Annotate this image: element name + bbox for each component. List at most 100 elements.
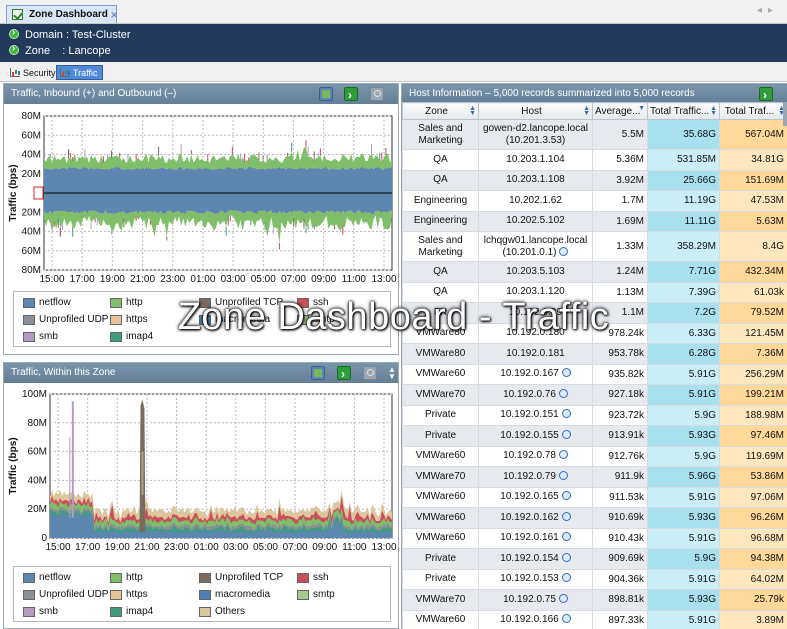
info-icon[interactable] [558,450,568,460]
tab-zone-dashboard[interactable]: Zone Dashboard ✕ [6,5,118,24]
table-row[interactable]: VMWare60 10.192.0.165 911.53k 5.91G 97.06M [402,486,787,508]
info-icon[interactable] [561,511,571,521]
total-traffic-2-cell: 188.98M [719,404,787,426]
average-cell: 910.43k [592,527,648,549]
table-row[interactable]: Private 10.192.0.154 909.69k 5.9G 94.38M [402,548,787,570]
go-icon[interactable] [759,85,773,105]
total-traffic-cell: 5.9G [647,548,720,570]
info-icon[interactable] [561,573,571,583]
table-row[interactable]: VMWare60 10.192.0.167 935.82k 5.91G 256.29M [402,363,787,385]
table-row[interactable]: QA 10.203.1.104 5.36M 531.85M 34.81G [402,149,787,171]
info-icon[interactable] [561,614,571,624]
map-icon[interactable] [319,87,333,101]
arrow-icon [9,26,19,40]
legend-item-unprofiled-udp[interactable]: Unprofiled UDP [23,588,108,602]
panel-title: Traffic, Inbound (+) and Outbound (–) [11,88,177,99]
tab-security-label: Security [23,68,56,78]
total-traffic-2-cell: 97.46M [719,425,787,447]
legend-swatch [23,590,35,600]
legend-swatch [23,573,35,583]
info-icon[interactable] [561,368,571,378]
info-icon[interactable] [561,552,571,562]
host-name: 10.192.0.161 [500,532,559,544]
info-icon[interactable] [561,429,571,439]
table-row[interactable]: Engineering 10.202.1.62 1.7M 11.19G 47.53M [402,190,787,212]
legend-item-unprofiled-tcp[interactable]: Unprofiled TCP [199,571,283,585]
map-icon[interactable] [311,366,325,380]
table-row[interactable]: QA 10.203.1.108 3.92M 25.66G 151.69M [402,169,787,191]
x-tick-label: 21:00 [130,274,155,285]
legend-label: netflow [39,572,71,583]
info-icon[interactable] [558,388,568,398]
tab-traffic-label: Traffic [73,68,98,78]
collapse-icon[interactable]: ▲ ▼ [385,366,399,381]
column-total-traffic[interactable]: Total Traffic... ▲ ▼ [647,102,720,120]
tab-security[interactable]: Security [6,65,61,80]
go-icon[interactable] [344,85,358,105]
host-cell: 10.192.0.161 [478,527,593,549]
zone-cell: Engineering [402,210,479,232]
zone-cell: VMWare70 [402,384,479,406]
sort-icon: ▲ ▼ [469,105,476,117]
table-row[interactable]: VMWare70 10.192.0.75 898.81k 5.93G 25.79k [402,589,787,611]
legend-item-smtp[interactable]: smtp [297,588,335,602]
tab-scroll-arrows[interactable]: ◂▸ [757,5,779,16]
table-row[interactable]: VMWare70 10.192.0.76 927.18k 5.91G 199.21M [402,384,787,406]
search-icon[interactable] [363,366,377,380]
table-row[interactable]: VMWare70 10.192.0.79 911.9k 5.96G 53.86M [402,466,787,488]
legend-item-imap4[interactable]: imap4 [110,605,153,619]
host-table-container[interactable]: Zone ▲ ▼ Host ▲ ▼ Average... ▼ Total Traffic.… [402,102,787,629]
legend-swatch [110,573,122,583]
legend-item-https[interactable]: https [110,588,148,602]
legend-item-others[interactable]: Others [199,605,245,619]
x-tick-label: 05:00 [253,542,278,553]
table-row[interactable]: VMWare60 10.192.0.166 897.33k 5.91G 3.89M [402,609,787,629]
zone-cell: QA [402,149,479,171]
panel-header: Traffic, Inbound (+) and Outbound (–) [4,84,398,105]
table-row[interactable]: Engineering 10.202.5.102 1.69M 11.11G 5.63M [402,210,787,232]
zero-marker [33,186,44,200]
host-name: 10.202.5.102 [506,215,565,227]
column-average[interactable]: Average... ▼ [592,102,648,120]
total-traffic-2-cell: 53.86M [719,466,787,488]
legend-item-smb[interactable]: smb [23,605,58,619]
info-icon[interactable] [559,246,569,256]
within-zone-panel: Traffic, Within this Zone ▲▼ 100M 80M 60M 4… [3,362,399,629]
legend-item-http[interactable]: http [110,571,143,585]
table-row[interactable]: VMWare80 10.192.0.181 953.78k 6.28G 7.36M [402,343,787,365]
table-row[interactable]: VMWare60 10.192.0.78 912.76k 5.9G 119.69M [402,445,787,467]
info-icon[interactable] [561,491,571,501]
legend-item-netflow[interactable]: netflow [23,571,71,585]
info-icon[interactable] [558,470,568,480]
close-icon[interactable]: ✕ [110,7,118,24]
column-host[interactable]: Host ▲ ▼ [478,102,593,120]
table-row[interactable]: Private 10.192.0.153 904.36k 5.91G 64.02M [402,568,787,590]
table-row[interactable]: VMWare60 10.192.0.161 910.43k 5.91G 96.68M [402,527,787,549]
total-traffic-cell: 5.91G [647,384,720,406]
table-row[interactable]: Private 10.192.0.151 923.72k 5.9G 188.98M [402,404,787,426]
average-cell: 913.91k [592,425,648,447]
column-zone[interactable]: Zone ▲ ▼ [402,102,479,120]
average-cell: 911.53k [592,486,648,508]
search-icon[interactable] [370,87,384,101]
table-row[interactable]: Private 10.192.0.155 913.91k 5.93G 97.46M [402,425,787,447]
column-total-traffic-2[interactable]: Total Traf... ▲ ▼ [719,102,787,120]
legend-item-ssh[interactable]: ssh [297,571,329,585]
host-cell: 10.192.0.166 [478,609,593,629]
info-icon[interactable] [561,409,571,419]
tab-traffic[interactable]: Traffic [56,65,103,80]
average-cell: 1.33M [592,231,648,262]
info-icon[interactable] [561,532,571,542]
table-scrollbar[interactable] [783,102,787,126]
y-tick-label: 20M [28,504,47,515]
table-row[interactable]: Sales and Marketing gowen-d2.lancope.loca… [402,119,787,150]
go-icon[interactable] [337,364,351,384]
x-tick-label: 09:00 [312,542,337,553]
table-row[interactable]: VMWare60 10.192.0.162 910.69k 5.93G 96.26M [402,507,787,529]
sort-icon: ▲ ▼ [710,105,717,117]
table-row[interactable]: QA 10.203.5.103 1.24M 7.71G 432.34M [402,261,787,283]
table-row[interactable]: Sales and Marketing lchqgw01.lancope.loca… [402,231,787,262]
legend-item-macromedia[interactable]: macromedia [199,588,270,602]
legend-swatch [110,590,122,600]
info-icon[interactable] [558,593,568,603]
